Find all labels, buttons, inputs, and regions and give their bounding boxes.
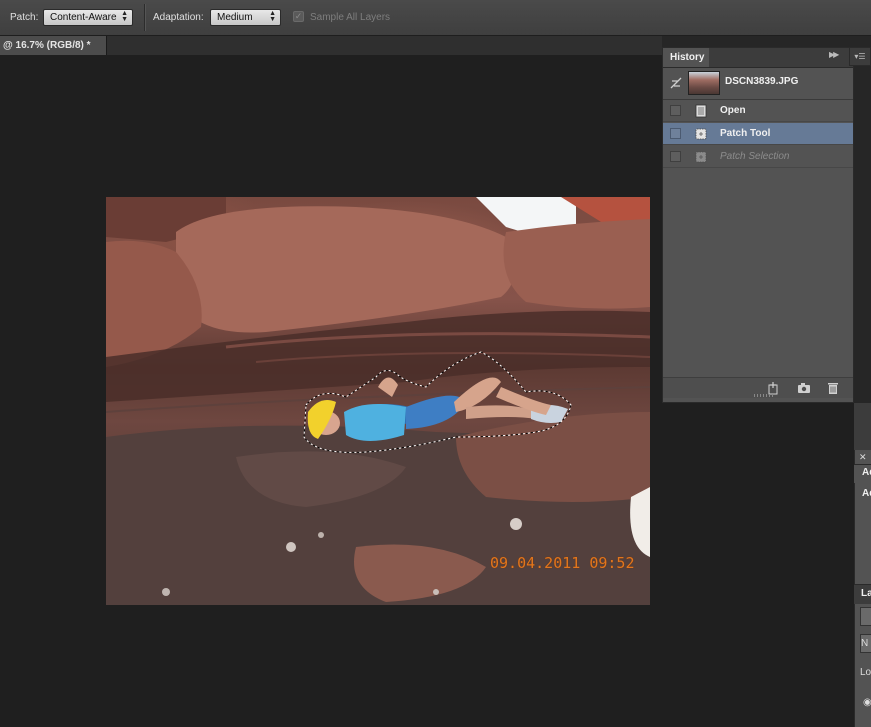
- history-state-patch-tool[interactable]: Patch Tool: [663, 123, 853, 145]
- history-panel-footer: [663, 377, 853, 398]
- snapshot-thumbnail: [688, 71, 720, 95]
- layers-lock-label: Lo: [860, 667, 871, 678]
- close-icon[interactable]: ✕: [859, 452, 867, 463]
- patch-mode-dropdown[interactable]: Content-Aware ▲▼: [43, 9, 133, 26]
- sample-all-layers-checkbox[interactable]: ✓: [293, 11, 304, 22]
- photo-scene: [106, 197, 650, 605]
- history-brush-checkbox[interactable]: [670, 105, 681, 116]
- document-tab[interactable]: @ 16.7% (RGB/8) *: [0, 36, 107, 55]
- photo-date-stamp: 09.04.2011 09:52: [490, 554, 635, 572]
- adjustments-heading: Ad: [862, 488, 871, 499]
- camera-snapshot-icon[interactable]: [797, 381, 811, 395]
- layers-blend-mode-dropdown[interactable]: N: [860, 634, 871, 653]
- history-brush-source-icon[interactable]: [670, 77, 682, 89]
- tab-strip: [107, 36, 662, 55]
- trash-icon[interactable]: [826, 381, 840, 395]
- history-panel: History ▶▶ DSCN3839.JPG Open Patch Tool …: [662, 47, 854, 403]
- history-state-patch-selection[interactable]: Patch Selection: [663, 146, 853, 168]
- layers-filter-search[interactable]: [860, 607, 871, 626]
- options-bar: Patch: Content-Aware ▲▼ Adaptation: Medi…: [0, 0, 871, 36]
- document-image[interactable]: 09.04.2011 09:52: [106, 197, 650, 605]
- panel-menu-icon[interactable]: ▾☰: [849, 47, 871, 66]
- adaptation-value: Medium: [217, 12, 253, 23]
- sample-all-layers-label: Sample All Layers: [310, 12, 390, 23]
- tab-history[interactable]: History: [663, 48, 709, 67]
- history-state-label: Open: [720, 105, 746, 116]
- visibility-eye-icon[interactable]: ◉: [863, 697, 871, 708]
- history-state-label: Patch Selection: [720, 151, 790, 162]
- options-separator: [144, 4, 146, 31]
- adaptation-dropdown[interactable]: Medium ▲▼: [210, 9, 281, 26]
- dropdown-arrows-icon: ▲▼: [121, 11, 128, 23]
- history-state-open[interactable]: Open: [663, 100, 853, 122]
- blend-mode-value: N: [861, 638, 868, 649]
- document-tab-title: @ 16.7% (RGB/8) *: [3, 40, 91, 51]
- history-state-label: Patch Tool: [720, 128, 770, 139]
- patch-mode-value: Content-Aware: [50, 12, 117, 23]
- snapshot-name: DSCN3839.JPG: [725, 76, 798, 87]
- adjustments-tab-label: Ad: [862, 467, 871, 478]
- adaptation-label: Adaptation:: [153, 12, 204, 23]
- history-snapshot[interactable]: DSCN3839.JPG: [663, 68, 853, 100]
- patch-tool-icon: [694, 127, 708, 141]
- new-document-from-state-icon[interactable]: [766, 381, 780, 395]
- layers-tab-label: La: [861, 588, 871, 599]
- history-brush-checkbox[interactable]: [670, 128, 681, 139]
- collapse-panel-icon[interactable]: ▶▶: [829, 50, 837, 59]
- history-brush-checkbox[interactable]: [670, 151, 681, 162]
- patch-label: Patch:: [10, 12, 38, 23]
- history-panel-header: History ▶▶: [663, 48, 853, 68]
- patch-tool-icon: [694, 150, 708, 164]
- dropdown-arrows-icon: ▲▼: [269, 11, 276, 23]
- panel-resize-grip[interactable]: [754, 394, 774, 397]
- document-icon: [694, 104, 708, 118]
